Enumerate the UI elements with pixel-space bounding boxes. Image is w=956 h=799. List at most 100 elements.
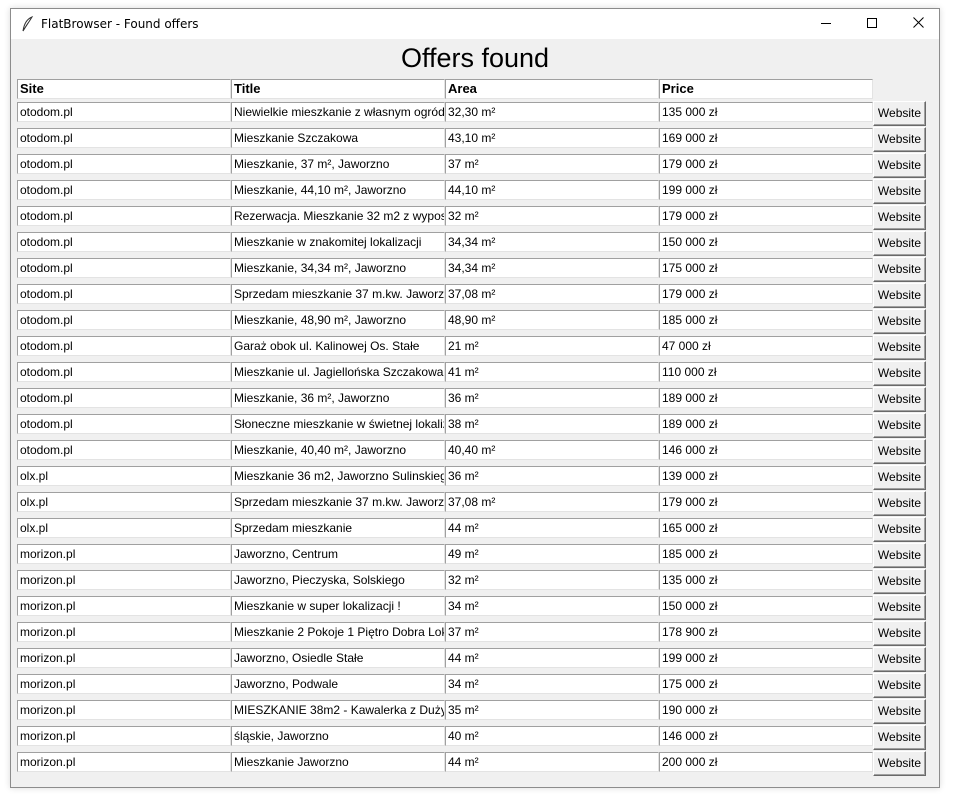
cell-site[interactable]: morizon.pl <box>17 752 231 772</box>
cell-price[interactable]: 179 000 zł <box>659 284 873 304</box>
cell-title[interactable]: Jaworzno, Centrum <box>231 544 445 564</box>
cell-site[interactable]: otodom.pl <box>17 440 231 460</box>
cell-area[interactable]: 40 m² <box>445 726 659 746</box>
website-button[interactable]: Website <box>873 387 926 412</box>
cell-area[interactable]: 40,40 m² <box>445 440 659 460</box>
cell-area[interactable]: 35 m² <box>445 700 659 720</box>
cell-site[interactable]: morizon.pl <box>17 570 231 590</box>
cell-site[interactable]: otodom.pl <box>17 362 231 382</box>
website-button[interactable]: Website <box>873 595 926 620</box>
cell-area[interactable]: 34,34 m² <box>445 258 659 278</box>
website-button[interactable]: Website <box>873 283 926 308</box>
website-button[interactable]: Website <box>873 127 926 152</box>
cell-price[interactable]: 110 000 zł <box>659 362 873 382</box>
cell-title[interactable]: Niewielkie mieszkanie z własnym ogródkie… <box>231 102 445 122</box>
website-button[interactable]: Website <box>873 101 926 126</box>
cell-area[interactable]: 44 m² <box>445 648 659 668</box>
cell-price[interactable]: 165 000 zł <box>659 518 873 538</box>
cell-site[interactable]: otodom.pl <box>17 154 231 174</box>
cell-site[interactable]: morizon.pl <box>17 726 231 746</box>
website-button[interactable]: Website <box>873 465 926 490</box>
cell-title[interactable]: Mieszkanie 36 m2, Jaworzno Sulinskiego <box>231 466 445 486</box>
cell-area[interactable]: 37 m² <box>445 154 659 174</box>
cell-site[interactable]: morizon.pl <box>17 648 231 668</box>
website-button[interactable]: Website <box>873 725 926 750</box>
cell-title[interactable]: Jaworzno, Podwale <box>231 674 445 694</box>
cell-price[interactable]: 189 000 zł <box>659 388 873 408</box>
cell-title[interactable]: Mieszkanie Jaworzno <box>231 752 445 772</box>
cell-area[interactable]: 37,08 m² <box>445 284 659 304</box>
website-button[interactable]: Website <box>873 439 926 464</box>
cell-title[interactable]: Mieszkanie, 48,90 m², Jaworzno <box>231 310 445 330</box>
cell-title[interactable]: Sprzedam mieszkanie <box>231 518 445 538</box>
cell-site[interactable]: otodom.pl <box>17 258 231 278</box>
cell-area[interactable]: 44 m² <box>445 518 659 538</box>
website-button[interactable]: Website <box>873 517 926 542</box>
cell-title[interactable]: Mieszkanie w znakomitej lokalizacji <box>231 232 445 252</box>
cell-title[interactable]: Sprzedam mieszkanie 37 m.kw. Jaworzno <box>231 492 445 512</box>
website-button[interactable]: Website <box>873 153 926 178</box>
cell-area[interactable]: 34 m² <box>445 674 659 694</box>
cell-area[interactable]: 49 m² <box>445 544 659 564</box>
cell-price[interactable]: 139 000 zł <box>659 466 873 486</box>
maximize-button[interactable] <box>849 9 895 39</box>
cell-title[interactable]: Mieszkanie 2 Pokoje 1 Piętro Dobra Lokal… <box>231 622 445 642</box>
website-button[interactable]: Website <box>873 543 926 568</box>
close-button[interactable] <box>895 9 941 39</box>
cell-site[interactable]: otodom.pl <box>17 232 231 252</box>
title-bar[interactable]: FlatBrowser - Found offers <box>11 9 939 39</box>
cell-title[interactable]: Mieszkanie, 36 m², Jaworzno <box>231 388 445 408</box>
cell-site[interactable]: olx.pl <box>17 492 231 512</box>
cell-area[interactable]: 34,34 m² <box>445 232 659 252</box>
cell-site[interactable]: otodom.pl <box>17 336 231 356</box>
cell-price[interactable]: 150 000 zł <box>659 596 873 616</box>
cell-price[interactable]: 150 000 zł <box>659 232 873 252</box>
cell-price[interactable]: 175 000 zł <box>659 674 873 694</box>
cell-site[interactable]: morizon.pl <box>17 674 231 694</box>
website-button[interactable]: Website <box>873 699 926 724</box>
cell-area[interactable]: 37 m² <box>445 622 659 642</box>
website-button[interactable]: Website <box>873 205 926 230</box>
cell-price[interactable]: 175 000 zł <box>659 258 873 278</box>
cell-title[interactable]: Mieszkanie ul. Jagiellońska Szczakowa <box>231 362 445 382</box>
cell-price[interactable]: 146 000 zł <box>659 440 873 460</box>
cell-site[interactable]: otodom.pl <box>17 284 231 304</box>
cell-site[interactable]: otodom.pl <box>17 206 231 226</box>
cell-site[interactable]: morizon.pl <box>17 596 231 616</box>
cell-price[interactable]: 135 000 zł <box>659 102 873 122</box>
cell-title[interactable]: Mieszkanie, 37 m², Jaworzno <box>231 154 445 174</box>
cell-price[interactable]: 189 000 zł <box>659 414 873 434</box>
cell-area[interactable]: 32 m² <box>445 206 659 226</box>
cell-site[interactable]: otodom.pl <box>17 128 231 148</box>
cell-area[interactable]: 37,08 m² <box>445 492 659 512</box>
cell-price[interactable]: 200 000 zł <box>659 752 873 772</box>
website-button[interactable]: Website <box>873 673 926 698</box>
website-button[interactable]: Website <box>873 413 926 438</box>
website-button[interactable]: Website <box>873 569 926 594</box>
cell-title[interactable]: Jaworzno, Pieczyska, Solskiego <box>231 570 445 590</box>
cell-site[interactable]: morizon.pl <box>17 622 231 642</box>
cell-area[interactable]: 32,30 m² <box>445 102 659 122</box>
cell-price[interactable]: 179 000 zł <box>659 492 873 512</box>
cell-site[interactable]: otodom.pl <box>17 102 231 122</box>
cell-title[interactable]: Garaż obok ul. Kalinowej Os. Stałe <box>231 336 445 356</box>
cell-site[interactable]: morizon.pl <box>17 700 231 720</box>
cell-price[interactable]: 185 000 zł <box>659 544 873 564</box>
cell-title[interactable]: Mieszkanie, 40,40 m², Jaworzno <box>231 440 445 460</box>
cell-area[interactable]: 44,10 m² <box>445 180 659 200</box>
cell-area[interactable]: 48,90 m² <box>445 310 659 330</box>
cell-title[interactable]: Sprzedam mieszkanie 37 m.kw. Jaworzno <box>231 284 445 304</box>
website-button[interactable]: Website <box>873 231 926 256</box>
cell-area[interactable]: 36 m² <box>445 388 659 408</box>
cell-price[interactable]: 185 000 zł <box>659 310 873 330</box>
cell-title[interactable]: śląskie, Jaworzno <box>231 726 445 746</box>
cell-site[interactable]: olx.pl <box>17 518 231 538</box>
cell-title[interactable]: MIESZKANIE 38m2 - Kawalerka z Dużym Poko… <box>231 700 445 720</box>
website-button[interactable]: Website <box>873 361 926 386</box>
cell-site[interactable]: otodom.pl <box>17 414 231 434</box>
website-button[interactable]: Website <box>873 621 926 646</box>
cell-title[interactable]: Rezerwacja. Mieszkanie 32 m2 z wyposażen… <box>231 206 445 226</box>
cell-price[interactable]: 190 000 zł <box>659 700 873 720</box>
cell-area[interactable]: 32 m² <box>445 570 659 590</box>
cell-price[interactable]: 199 000 zł <box>659 648 873 668</box>
